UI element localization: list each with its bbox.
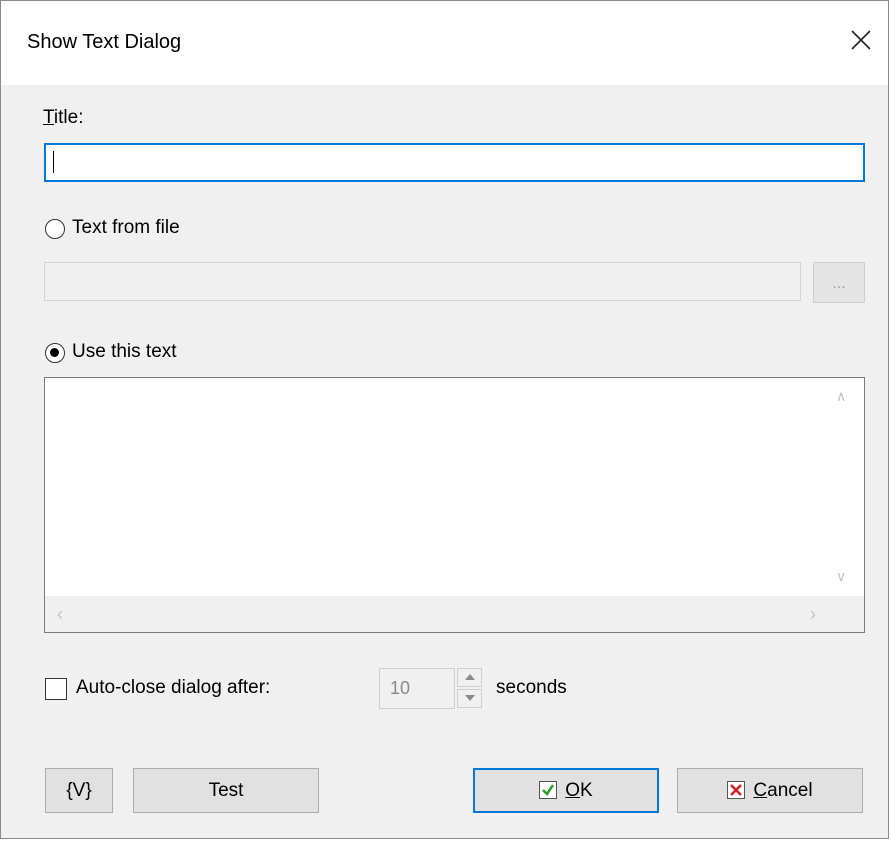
cancel-label: Cancel bbox=[753, 780, 813, 801]
spin-down-icon bbox=[457, 689, 482, 708]
title-input[interactable] bbox=[44, 143, 865, 182]
scroll-left-icon[interactable]: ‹ bbox=[57, 604, 63, 625]
dialog-window: Show Text Dialog Title: Text from file .… bbox=[0, 0, 889, 839]
text-from-file-label[interactable]: Text from file bbox=[72, 217, 180, 239]
auto-close-label[interactable]: Auto-close dialog after: bbox=[76, 677, 270, 699]
auto-close-seconds-input: 10 bbox=[379, 668, 455, 709]
vertical-scrollbar[interactable]: ∧ ∨ bbox=[824, 378, 864, 596]
scroll-up-icon[interactable]: ∧ bbox=[836, 388, 846, 405]
ok-label: OK bbox=[565, 780, 593, 801]
text-area[interactable]: ∧ ∨ ‹ › bbox=[44, 377, 865, 633]
cancel-button[interactable]: Cancel bbox=[677, 768, 863, 813]
title-bar: Show Text Dialog bbox=[1, 1, 888, 85]
close-button[interactable] bbox=[834, 17, 888, 63]
horizontal-scrollbar[interactable]: ‹ › bbox=[45, 596, 864, 632]
ok-button[interactable]: OK bbox=[473, 768, 659, 813]
window-title: Show Text Dialog bbox=[27, 31, 182, 53]
use-this-text-label[interactable]: Use this text bbox=[72, 341, 177, 363]
browse-button: ... bbox=[813, 262, 865, 303]
test-button[interactable]: Test bbox=[133, 768, 319, 813]
title-label: Title: bbox=[43, 107, 84, 128]
auto-close-checkbox[interactable] bbox=[45, 678, 67, 700]
text-caret bbox=[53, 151, 54, 173]
scroll-right-icon[interactable]: › bbox=[810, 604, 816, 625]
text-from-file-radio[interactable] bbox=[45, 219, 65, 239]
use-this-text-radio[interactable] bbox=[45, 343, 65, 363]
x-icon bbox=[727, 781, 746, 799]
close-icon bbox=[851, 30, 871, 50]
checkmark-icon bbox=[539, 781, 558, 799]
file-path-input bbox=[44, 262, 801, 301]
seconds-label: seconds bbox=[496, 677, 567, 698]
spin-up-icon bbox=[457, 668, 482, 687]
variables-button[interactable]: {V} bbox=[45, 768, 113, 813]
scroll-down-icon[interactable]: ∨ bbox=[836, 568, 846, 585]
